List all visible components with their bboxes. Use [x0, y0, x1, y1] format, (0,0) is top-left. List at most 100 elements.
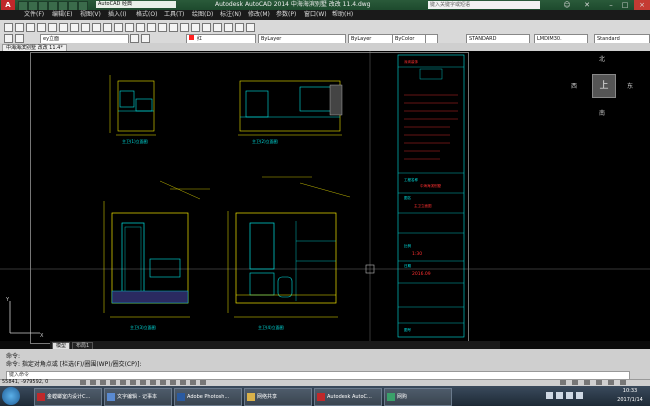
redo-icon[interactable] [125, 23, 134, 32]
network-icon[interactable] [566, 392, 573, 399]
taskbar-item-3[interactable]: 网络共享 [244, 388, 312, 406]
viewcube-east[interactable]: 东 [627, 81, 633, 90]
workspace-switch-icon[interactable] [596, 380, 602, 385]
zoom-icon[interactable] [147, 23, 156, 32]
menu-item-3[interactable]: 插入(I) [108, 10, 126, 20]
quick-view-icon[interactable] [572, 380, 578, 385]
svg-text:主卫(1)立面图: 主卫(1)立面图 [122, 138, 148, 144]
layer-previous-icon[interactable] [141, 34, 150, 43]
dyn-icon[interactable] [150, 380, 156, 385]
model-space-icon[interactable] [560, 380, 566, 385]
menu-item-7[interactable]: 标注(N) [220, 10, 241, 20]
design-center-icon[interactable] [191, 23, 200, 32]
tray-icon[interactable] [556, 392, 563, 399]
grid-icon[interactable] [90, 380, 96, 385]
taskbar-item-label: Adobe Photosh... [187, 394, 230, 400]
menu-item-11[interactable]: 帮助(H) [332, 10, 353, 20]
fullscreen-icon[interactable] [620, 380, 626, 385]
zoom-window-icon[interactable] [158, 23, 167, 32]
taskbar-item-label: 金螳螂室内设计C... [47, 394, 91, 400]
menu-item-1[interactable]: 编辑(E) [52, 10, 72, 20]
ortho-icon[interactable] [100, 380, 106, 385]
annotation-scale-icon[interactable] [584, 380, 590, 385]
viewcube-north[interactable]: 北 [599, 54, 605, 63]
menu-item-9[interactable]: 参数(P) [276, 10, 296, 20]
otrack-icon[interactable] [130, 380, 136, 385]
sc-icon[interactable] [190, 380, 196, 385]
undo-icon[interactable] [114, 23, 123, 32]
help-icon[interactable] [246, 23, 255, 32]
minimize-button[interactable]: – [604, 0, 618, 10]
elevation-2: 主卫(2)立面图 [238, 80, 343, 144]
menu-item-6[interactable]: 绘图(D) [192, 10, 213, 20]
color-swatch-icon [189, 35, 194, 40]
paste-icon[interactable] [92, 23, 101, 32]
viewcube-top-face[interactable]: 上 [592, 74, 616, 98]
layout-tab-bar [50, 341, 500, 349]
close-button[interactable]: × [634, 0, 650, 10]
tray-icon[interactable] [546, 392, 553, 399]
user-icon[interactable]: ☺ [560, 0, 574, 10]
file-tab-bar [0, 43, 650, 51]
menu-item-0[interactable]: 文件(F) [24, 10, 44, 20]
ducs-icon[interactable] [140, 380, 146, 385]
svg-text:深圳装饰: 深圳装饰 [404, 59, 418, 64]
help-search-input[interactable]: 键入关键字或短语 [428, 1, 540, 9]
zoom-previous-icon[interactable] [169, 23, 178, 32]
svg-text:主卫(3)立面图: 主卫(3)立面图 [130, 324, 156, 330]
cut-icon[interactable] [70, 23, 79, 32]
cad-drawing[interactable]: 主卫(1)立面图 主卫(2)立面图 主卫(3)立面图 主卫(4)立面图 深圳装饰… [0, 51, 650, 341]
new-icon[interactable] [4, 23, 13, 32]
tpy-icon[interactable] [170, 380, 176, 385]
calc-icon[interactable] [235, 23, 244, 32]
menu-item-10[interactable]: 窗口(W) [304, 10, 327, 20]
snap-icon[interactable] [80, 380, 86, 385]
properties-icon[interactable] [180, 23, 189, 32]
svg-text:Y: Y [5, 297, 10, 303]
maximize-button[interactable]: □ [618, 0, 632, 10]
viewcube-south[interactable]: 南 [599, 108, 605, 117]
app-icon [387, 392, 395, 401]
coordinate-readout: 55841, -979592, 0 [2, 379, 49, 385]
taskbar-item-2[interactable]: Adobe Photosh... [174, 388, 242, 406]
polar-icon[interactable] [110, 380, 116, 385]
elevation-1: 主卫(1)立面图 [109, 75, 156, 144]
qp-icon[interactable] [180, 380, 186, 385]
menu-item-5[interactable]: 工具(T) [164, 10, 184, 20]
workspace-dropdown[interactable]: AutoCAD 经典 [96, 1, 176, 8]
viewcube[interactable]: 北 西 东 南 上 [568, 52, 638, 132]
start-button[interactable] [2, 387, 20, 405]
lock-icon[interactable] [608, 380, 614, 385]
tool-palette-icon[interactable] [202, 23, 211, 32]
publish-icon[interactable] [59, 23, 68, 32]
osnap-icon[interactable] [120, 380, 126, 385]
make-current-icon[interactable] [130, 34, 139, 43]
taskbar-item-4[interactable]: Autodesk AutoC... [314, 388, 382, 406]
lwt-icon[interactable] [160, 380, 166, 385]
layer-properties-icon[interactable] [4, 34, 13, 43]
save-icon[interactable] [26, 23, 35, 32]
markup-icon[interactable] [224, 23, 233, 32]
copy-icon[interactable] [81, 23, 90, 32]
layer-state-icon[interactable] [15, 34, 24, 43]
match-icon[interactable] [103, 23, 112, 32]
menu-item-8[interactable]: 修改(M) [248, 10, 270, 20]
menu-item-4[interactable]: 格式(O) [136, 10, 157, 20]
open-icon[interactable] [15, 23, 24, 32]
taskbar-clock[interactable]: 10:33 2017/1/14 [610, 387, 650, 405]
svg-text:日期: 日期 [404, 263, 412, 268]
plot-icon[interactable] [37, 23, 46, 32]
volume-icon[interactable] [576, 392, 583, 399]
taskbar-item-5[interactable]: 网购 [384, 388, 452, 406]
taskbar-item-1[interactable]: 文字编辑 - 记事本 [104, 388, 172, 406]
menu-item-2[interactable]: 视图(V) [80, 10, 101, 20]
exchange-icon[interactable]: ✕ [580, 0, 594, 10]
preview-icon[interactable] [48, 23, 57, 32]
taskbar-item-0[interactable]: 金螳螂室内设计C... [34, 388, 102, 406]
pan-icon[interactable] [136, 23, 145, 32]
sheet-set-icon[interactable] [213, 23, 222, 32]
am-icon[interactable] [200, 380, 206, 385]
viewcube-west[interactable]: 西 [571, 81, 577, 90]
autocad-logo-icon[interactable]: A [1, 0, 15, 10]
app-icon [177, 392, 185, 401]
